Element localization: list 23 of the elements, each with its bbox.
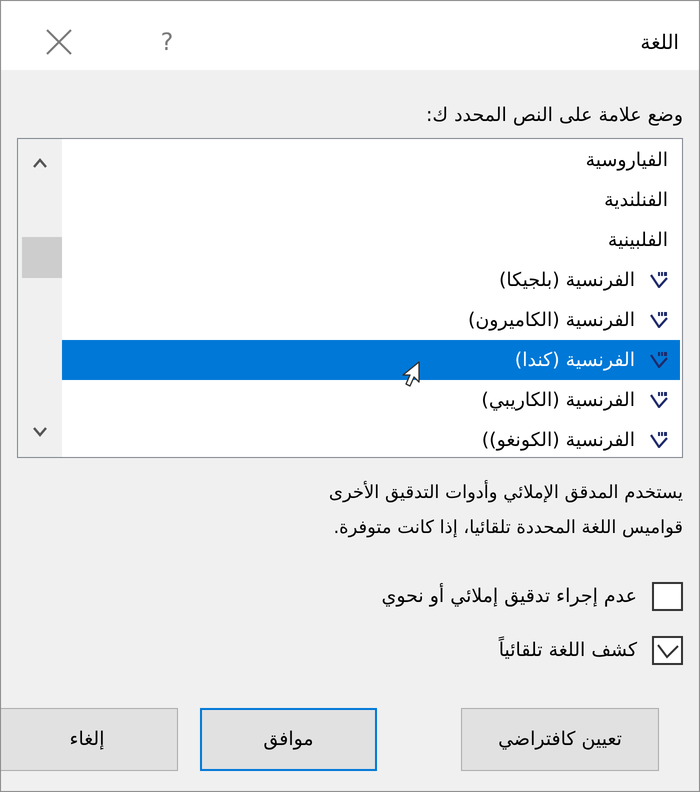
- ok-button[interactable]: موافق: [200, 708, 377, 771]
- chevron-down-icon[interactable]: [33, 427, 47, 437]
- scrollbar-thumb[interactable]: [22, 237, 62, 278]
- spellcheck-icon: [650, 272, 668, 288]
- spellcheck-icon: [650, 432, 668, 448]
- set-default-button[interactable]: تعيين كافتراضي: [461, 708, 659, 771]
- description-text: يستخدم المدقق الإملائي وأدوات التدقيق الأخرى قواميس اللغة المحددة تلقائيا، إذا كانت متوفرة.: [328, 479, 683, 540]
- spellcheck-icon: [650, 352, 668, 368]
- list-label: وضع علامة على النص المحدد ك:: [426, 103, 684, 127]
- window-title: اللغة: [640, 32, 679, 52]
- close-button[interactable]: [46, 28, 72, 54]
- language-list-item[interactable]: الفرنسية (كندا): [62, 340, 680, 380]
- checkbox-label: كشف اللغة تلقائياً: [498, 636, 637, 665]
- spellcheck-icon: [650, 392, 668, 408]
- help-button[interactable]: ?: [152, 30, 182, 54]
- close-icon: [46, 28, 72, 54]
- checkbox[interactable]: [652, 636, 683, 665]
- checkbox[interactable]: [652, 582, 683, 611]
- check-icon: [656, 642, 678, 658]
- checkbox-label: عدم إجراء تدقيق إملائي أو نحوي: [381, 582, 637, 610]
- cancel-button[interactable]: إلغاء: [1, 708, 178, 771]
- spellcheck-icon: [650, 312, 668, 328]
- chevron-up-icon[interactable]: [33, 158, 47, 168]
